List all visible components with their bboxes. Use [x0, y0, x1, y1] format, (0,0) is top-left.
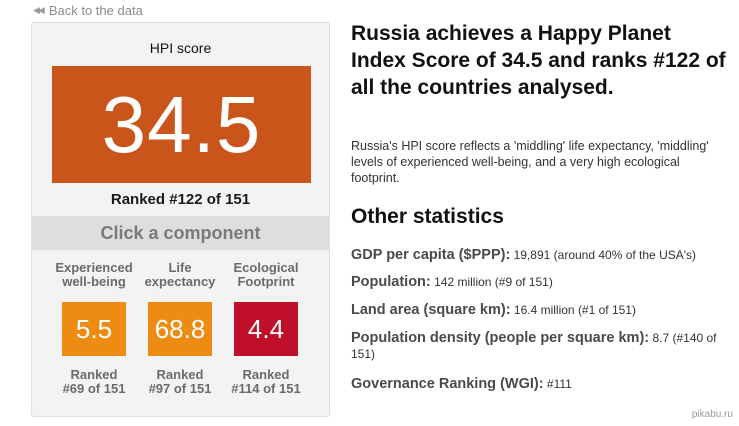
stat-value: #111	[546, 377, 572, 391]
stat-value: 19,891 (around 40% of the USA's)	[513, 248, 697, 262]
component-rank-label: Ranked	[156, 367, 204, 382]
hpi-score-panel: HPI score 34.5 Ranked #122 of 151 Click …	[31, 22, 330, 417]
back-to-data-link[interactable]: ◀◀ Back to the data	[33, 3, 143, 18]
component-value-box[interactable]: 4.4	[234, 302, 298, 356]
component-life-expectancy[interactable]: Life expectancy 68.8 Ranked #97 of 151	[138, 261, 222, 396]
component-value-box[interactable]: 68.8	[148, 302, 212, 356]
back-link-label: Back to the data	[48, 3, 143, 18]
component-rank-value: #69 of 151	[62, 381, 126, 396]
component-value: 5.5	[75, 313, 113, 344]
hpi-score-box: 34.5	[52, 66, 311, 183]
component-ecological-footprint[interactable]: Ecological Footprint 4.4 Ranked #114 of …	[224, 261, 308, 396]
stat-label: Governance Ranking (WGI):	[351, 376, 544, 392]
stat-land-area: Land area (square km): 16.4 million (#1 …	[351, 302, 736, 318]
stat-value: 142 million (#9 of 151)	[434, 275, 553, 289]
component-rank-value: #114 of 151	[231, 381, 301, 396]
hpi-score-value: 34.5	[101, 79, 262, 169]
stat-value: 16.4 million (#1 of 151)	[513, 303, 636, 317]
page-headline: Russia achieves a Happy Planet Index Sco…	[351, 22, 726, 99]
stat-label: Land area (square km):	[351, 302, 511, 318]
stat-gdp: GDP per capita ($PPP): 19,891 (around 40…	[351, 247, 736, 263]
component-label: Life expectancy	[144, 260, 216, 289]
click-component-prompt: Click a component	[32, 216, 329, 250]
component-rank-value: #97 of 151	[148, 381, 212, 396]
stat-population: Population: 142 million (#9 of 151)	[351, 274, 736, 290]
hpi-rank: Ranked #122 of 151	[110, 191, 251, 208]
component-value-box[interactable]: 5.5	[62, 302, 126, 356]
component-label: Ecological Footprint	[233, 260, 299, 289]
hpi-score-title: HPI score	[149, 40, 212, 56]
stat-label: Population density (people per square km…	[351, 330, 650, 346]
watermark: pikabu.ru	[691, 409, 733, 420]
component-rank-label: Ranked	[242, 367, 290, 382]
component-rank: Ranked #114 of 151	[224, 368, 308, 396]
stat-governance-ranking: Governance Ranking (WGI): #111	[351, 376, 736, 392]
hpi-summary: Russia's HPI score reflects a 'middling'…	[351, 139, 709, 185]
stat-label: Population:	[351, 274, 431, 290]
component-value: 4.4	[247, 313, 285, 344]
component-rank: Ranked #69 of 151	[52, 368, 136, 396]
stat-population-density: Population density (people per square km…	[351, 330, 736, 362]
other-statistics-heading: Other statistics	[351, 205, 504, 228]
double-left-arrow-icon: ◀◀	[33, 5, 45, 15]
component-experienced-wellbeing[interactable]: Experienced well-being 5.5 Ranked #69 of…	[52, 261, 136, 396]
component-rank: Ranked #97 of 151	[138, 368, 222, 396]
component-label: Experienced well-being	[55, 260, 133, 289]
component-value: 68.8	[154, 313, 206, 344]
component-rank-label: Ranked	[70, 367, 118, 382]
stat-label: GDP per capita ($PPP):	[351, 247, 511, 263]
